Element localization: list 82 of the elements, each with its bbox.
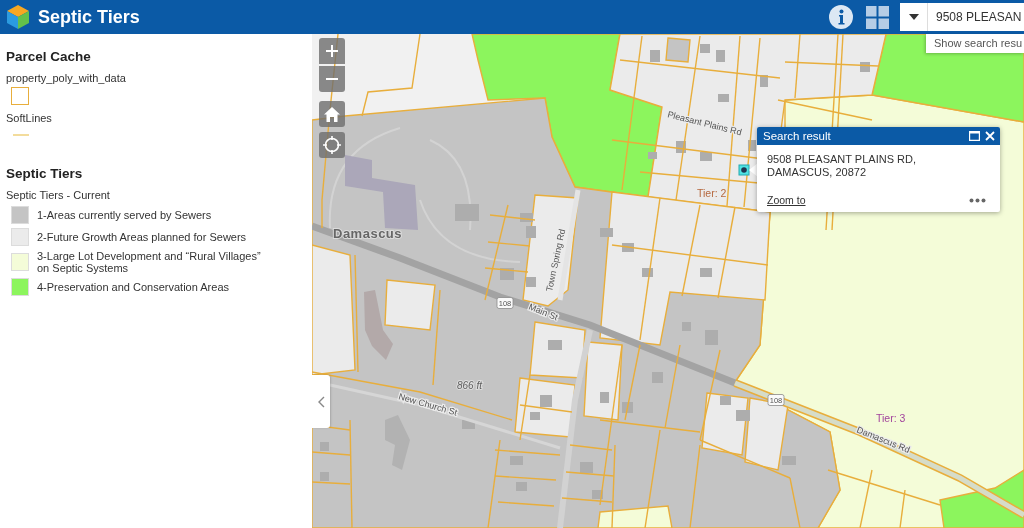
maximize-icon (968, 131, 980, 141)
search-suggestion[interactable]: Show search resu (926, 34, 1024, 53)
locate-button[interactable] (319, 132, 345, 158)
legend-layer-label: Septic Tiers - Current (6, 188, 110, 202)
building (580, 462, 593, 473)
address-text: 9508 PLEASANT PLAINS RD, DAMASCUS, 20872 (767, 153, 917, 179)
zoom-out-button[interactable] (319, 66, 345, 92)
app-title: Septic Tiers (38, 6, 140, 28)
legend-class-label: 2-Future Growth Areas planned for Sewers (37, 231, 247, 243)
street-label: Town Spring Rd (544, 228, 568, 293)
building (600, 392, 609, 403)
building (648, 152, 657, 159)
minus-icon (326, 78, 338, 80)
building (364, 290, 393, 360)
search-source-button[interactable] (900, 3, 928, 31)
caret-icon (908, 14, 919, 20)
building (736, 410, 750, 421)
location-marker-icon (738, 164, 750, 176)
maximize-button[interactable] (968, 130, 980, 142)
legend-section-title: Parcel Cache (6, 49, 91, 65)
zoom-to-link[interactable]: Zoom to (767, 194, 806, 206)
building (642, 268, 653, 277)
legend-section-title: Septic Tiers (6, 166, 83, 182)
building (676, 141, 686, 153)
building (520, 213, 533, 222)
tier-label: Tier: 2 (697, 187, 727, 199)
growth-area (514, 377, 576, 438)
apps-button[interactable] (866, 5, 889, 29)
building (530, 412, 540, 420)
chevron-left-icon (317, 395, 325, 408)
building (320, 442, 329, 451)
building (526, 226, 536, 238)
building (700, 44, 710, 53)
building (716, 50, 725, 62)
building (548, 340, 562, 350)
logo-icon (6, 4, 30, 30)
legend-class-label: 3-Large Lot Development and “Rural Villages” on Septic Systems (37, 250, 262, 274)
search-field[interactable]: 9508 PLEASAN (928, 3, 1024, 31)
building (540, 395, 552, 407)
building (320, 472, 329, 481)
close-button[interactable] (984, 130, 996, 142)
info-icon (829, 5, 853, 29)
building (860, 62, 870, 72)
building (592, 490, 603, 499)
building (526, 277, 536, 287)
building (720, 396, 731, 405)
building (650, 50, 660, 62)
info-button[interactable] (829, 5, 853, 29)
street-label: Main St (527, 301, 560, 323)
home-button[interactable] (319, 101, 345, 127)
building (782, 456, 796, 465)
building (718, 94, 729, 102)
building (600, 228, 613, 237)
home-icon (324, 106, 340, 122)
building (700, 268, 712, 277)
growth-area (529, 321, 586, 379)
tier-label: Tier: 3 (876, 412, 906, 424)
growth-area (384, 279, 436, 331)
legend-layer-label: property_poly_with_data (6, 71, 126, 85)
locate-icon (323, 136, 341, 154)
elevation-label: 866 ft (457, 380, 483, 391)
place-label: Damascus (333, 226, 403, 241)
popup-title: Search result (763, 130, 832, 142)
building (748, 140, 756, 151)
building (622, 243, 634, 252)
more-button[interactable] (969, 196, 986, 204)
grid-icon (866, 5, 889, 29)
building (455, 204, 479, 221)
building (462, 420, 475, 429)
building (700, 152, 712, 161)
close-icon (985, 131, 995, 141)
building (622, 402, 633, 413)
legend-layer-label: SoftLines (6, 111, 52, 125)
legend-class-label: 4-Preservation and Conservation Areas (37, 281, 229, 293)
zoom-in-button[interactable] (319, 38, 345, 64)
legend-class-label: 1-Areas currently served by Sewers (37, 209, 212, 221)
sewer-area (665, 37, 691, 63)
street-label: Pleasant Plains Rd (666, 109, 743, 138)
plus-icon (326, 45, 338, 57)
more-icon (969, 197, 986, 203)
street-label: New Church St (397, 391, 459, 418)
building (760, 75, 768, 87)
